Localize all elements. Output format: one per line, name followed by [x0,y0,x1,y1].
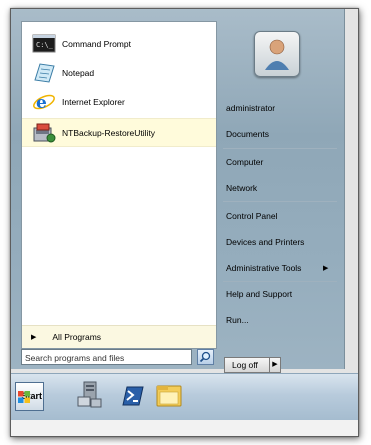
command-prompt-icon: C:\_ [32,33,56,55]
devices-and-printers-link[interactable]: Devices and Printers [226,237,304,247]
windows-explorer-icon[interactable] [154,379,184,411]
programs-pane: C:\_ Command Prompt Notepad e Internet E… [21,21,217,349]
log-off-label: Log off [232,360,258,370]
program-label: Internet Explorer [62,96,125,107]
search-placeholder: Search programs and files [25,353,125,363]
all-programs-label: All Programs [52,332,102,342]
program-notepad[interactable]: Notepad [22,59,216,86]
submenu-arrow-icon: ▶ [323,265,329,272]
user-avatar-icon [265,39,289,70]
server-manager-icon[interactable] [75,379,105,411]
control-panel-link[interactable]: Control Panel [226,211,278,221]
svg-text:C:\_: C:\_ [36,41,54,49]
program-command-prompt[interactable]: C:\_ Command Prompt [22,30,216,57]
help-and-support-link[interactable]: Help and Support [226,289,292,299]
windows-logo-icon [18,391,30,403]
program-ntbackup-restoreutility[interactable]: NTBackup-RestoreUtility [22,118,216,147]
program-label: NTBackup-RestoreUtility [62,127,156,138]
run-link[interactable]: Run... [226,315,249,325]
search-input[interactable]: Search programs and files [21,349,192,365]
computer-link[interactable]: Computer [226,157,263,167]
program-label: Notepad [62,67,95,78]
start-menu: C:\_ Command Prompt Notepad e Internet E… [11,9,345,373]
administrative-tools-link[interactable]: Administrative Tools [226,263,301,273]
divider [223,281,337,282]
taskbar: Start [11,373,358,420]
divider [223,148,337,149]
start-menu-screenshot: C:\_ Command Prompt Notepad e Internet E… [10,8,359,437]
ntbackup-icon [32,122,56,144]
program-internet-explorer[interactable]: e Internet Explorer [22,88,216,115]
log-off-button[interactable]: Log off [224,357,270,373]
right-arrow-icon: ▶ [272,361,278,368]
network-link[interactable]: Network [226,183,257,193]
shutdown-options-button[interactable]: ▶ [270,357,281,373]
search-button[interactable] [197,349,214,365]
divider [223,201,337,202]
notepad-icon [32,62,56,84]
all-programs-button[interactable]: ▶ All Programs [22,325,216,348]
right-arrow-icon: ▶ [31,334,37,341]
desktop-strip [11,420,358,436]
start-button[interactable]: Start [15,382,44,411]
svg-text:e: e [36,93,47,113]
magnifier-icon [199,351,211,363]
places-pane: administrator Documents Computer Network… [217,21,339,347]
documents-link[interactable]: Documents [226,129,269,139]
program-label: Command Prompt [62,38,131,49]
administrative-tools-label: Administrative Tools [226,263,302,273]
user-picture[interactable] [254,31,300,77]
user-name[interactable]: administrator [226,103,275,113]
powershell-icon[interactable] [117,379,147,411]
internet-explorer-icon: e [32,91,56,113]
